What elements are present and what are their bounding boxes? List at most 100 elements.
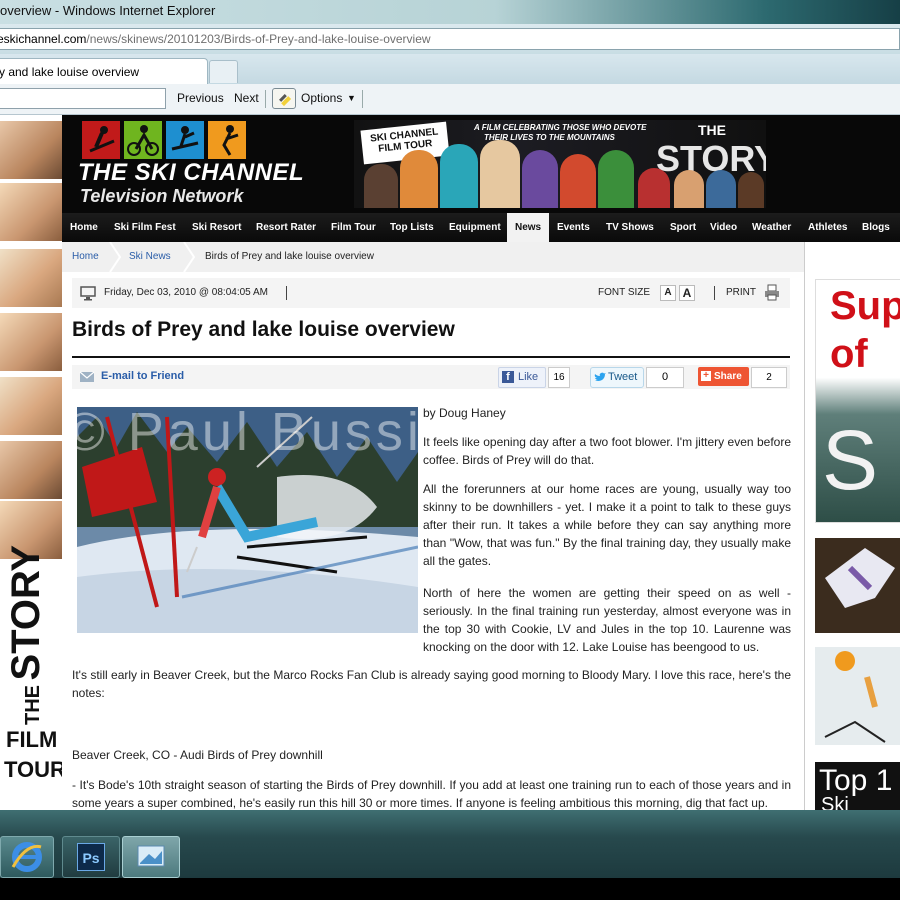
snowman-photo: [815, 647, 900, 745]
banner-person: [560, 154, 596, 208]
new-tab-button[interactable]: [209, 60, 238, 83]
highlight-button[interactable]: [272, 88, 296, 109]
article-title: Birds of Prey and lake louise overview: [72, 318, 455, 341]
nav-equipment[interactable]: Equipment: [441, 213, 509, 242]
article-paragraph: All the forerunners at our home races ar…: [423, 482, 791, 568]
banner-person: [440, 144, 478, 208]
right-ad-4[interactable]: Top 1 Ski: [815, 762, 900, 810]
right-ad-3[interactable]: [815, 647, 900, 745]
taskbar-photo-viewer-button[interactable]: [122, 836, 180, 878]
tweet-count: 0: [646, 367, 684, 388]
screen-bottom-edge: [0, 878, 900, 900]
find-bar: Previous Next Options ▼: [0, 84, 900, 115]
article-paragraph: It's still early in Beaver Creek, but th…: [72, 668, 791, 700]
find-options-button[interactable]: Options: [301, 91, 342, 105]
window-title: overview - Windows Internet Explorer: [0, 3, 216, 18]
nav-blogs[interactable]: Blogs: [854, 213, 898, 242]
share-bar: E-mail to Friend f Like 16 Tweet 0 + Sha…: [72, 365, 790, 389]
left-promo-strip[interactable]: THE STORY FILM TOUR: [0, 115, 66, 810]
ski-icon: [82, 121, 120, 159]
facebook-like-button[interactable]: f Like: [498, 367, 546, 388]
find-separator: [265, 90, 266, 108]
plus-icon: +: [701, 371, 711, 381]
nav-sport[interactable]: Sport: [662, 213, 704, 242]
nav-resort-rater[interactable]: Resort Rater: [248, 213, 324, 242]
monitor-icon: [80, 286, 96, 301]
athlete-photo: [0, 313, 62, 371]
print-label[interactable]: PRINT: [726, 287, 756, 298]
tab-label: y and lake louise overview: [0, 65, 140, 79]
site-logo-title[interactable]: THE SKI CHANNEL: [78, 159, 304, 187]
web-page: THE STORY FILM TOUR THE SKI CHANNEL Tele…: [0, 115, 900, 810]
banner-person: [480, 140, 520, 208]
banner-person: [400, 150, 438, 208]
nav-ski-resort[interactable]: Ski Resort: [184, 213, 249, 242]
envelope-icon: [79, 371, 95, 382]
internet-explorer-icon: [11, 842, 42, 872]
find-previous-button[interactable]: Previous: [177, 91, 224, 105]
nav-weather[interactable]: Weather: [744, 213, 799, 242]
address-input[interactable]: eskichannel.com/news/skinews/20101203/Bi…: [0, 28, 900, 50]
article-date: Friday, Dec 03, 2010 @ 08:04:05 AM: [104, 287, 268, 298]
breadcrumb-ski-news[interactable]: Ski News: [129, 251, 171, 262]
tweet-label: Tweet: [608, 371, 638, 383]
nav-news[interactable]: News: [507, 213, 550, 242]
nav-ski-film-fest[interactable]: Ski Film Fest: [106, 213, 184, 242]
find-input[interactable]: [0, 88, 166, 109]
right-ad-panel: Sup of S Top 1 Ski: [804, 242, 900, 810]
meta-separator: [714, 286, 715, 300]
nav-film-tour[interactable]: Film Tour: [323, 213, 384, 242]
like-label: Like: [518, 371, 539, 383]
nav-events[interactable]: Events: [549, 213, 598, 242]
athlete-photo: [0, 121, 62, 179]
right-ad-2[interactable]: [815, 538, 900, 633]
nav-tv-shows[interactable]: TV Shows: [598, 213, 662, 242]
nav-athletes[interactable]: Athletes: [800, 213, 855, 242]
ad4-line-2: Ski: [821, 794, 849, 810]
font-size-small-button[interactable]: A: [660, 285, 676, 301]
film-tour-banner-ad[interactable]: SKI CHANNEL FILM TOUR A FILM CELEBRATING…: [354, 120, 766, 208]
pencil-highlight-icon: [279, 94, 292, 107]
facebook-icon: f: [502, 371, 514, 383]
find-next-button[interactable]: Next: [234, 91, 259, 105]
meta-separator: [286, 286, 287, 300]
chevron-down-icon[interactable]: ▼: [347, 93, 356, 103]
taskbar: Ps: [0, 810, 900, 878]
site-logo-subtitle: Television Network: [80, 186, 244, 206]
breadcrumb-chevron-icon: [183, 242, 196, 272]
nav-home[interactable]: Home: [62, 213, 106, 242]
photoshop-icon: Ps: [77, 843, 105, 871]
bike-icon: [124, 121, 162, 159]
climb-icon: [208, 121, 246, 159]
article-meta-bar: Friday, Dec 03, 2010 @ 08:04:05 AM FONT …: [72, 278, 790, 308]
address-bar-row: eskichannel.com/news/skinews/20101203/Bi…: [0, 24, 900, 54]
banner-person: [638, 168, 670, 208]
share-button[interactable]: + Share: [698, 367, 749, 386]
font-size-large-button[interactable]: A: [679, 285, 695, 301]
taskbar-ie-button[interactable]: [0, 836, 54, 878]
banner-person: [706, 170, 736, 208]
site-header: THE SKI CHANNEL Television Network SKI C…: [62, 115, 900, 213]
tweet-button[interactable]: Tweet: [590, 367, 644, 388]
address-domain: eskichannel.com: [0, 32, 87, 46]
promo-film: FILM: [6, 727, 58, 752]
banner-person: [364, 164, 398, 208]
breadcrumb-home[interactable]: Home: [72, 251, 99, 262]
tab-active[interactable]: y and lake louise overview: [0, 58, 208, 84]
banner-person: [522, 150, 558, 208]
right-ad-1[interactable]: Sup of S: [815, 279, 900, 523]
photo-viewer-icon: [137, 845, 165, 867]
window-title-bar: overview - Windows Internet Explorer: [0, 0, 900, 24]
article-paragraph: North of here the women are getting thei…: [423, 586, 791, 654]
breadcrumb-chevron-icon: [109, 242, 122, 272]
breadcrumb-current: Birds of Prey and lake louise overview: [205, 251, 374, 262]
taskbar-photoshop-button[interactable]: Ps: [62, 836, 120, 878]
nav-video[interactable]: Video: [702, 213, 745, 242]
athlete-photo: [0, 377, 62, 435]
like-count: 16: [548, 367, 570, 388]
nav-top-lists[interactable]: Top Lists: [382, 213, 442, 242]
tab-strip: y and lake louise overview: [0, 54, 900, 85]
email-friend-link[interactable]: E-mail to Friend: [101, 370, 184, 382]
ad4-line-1: Top 1: [819, 764, 893, 797]
ad-big-letter: S: [822, 413, 879, 507]
